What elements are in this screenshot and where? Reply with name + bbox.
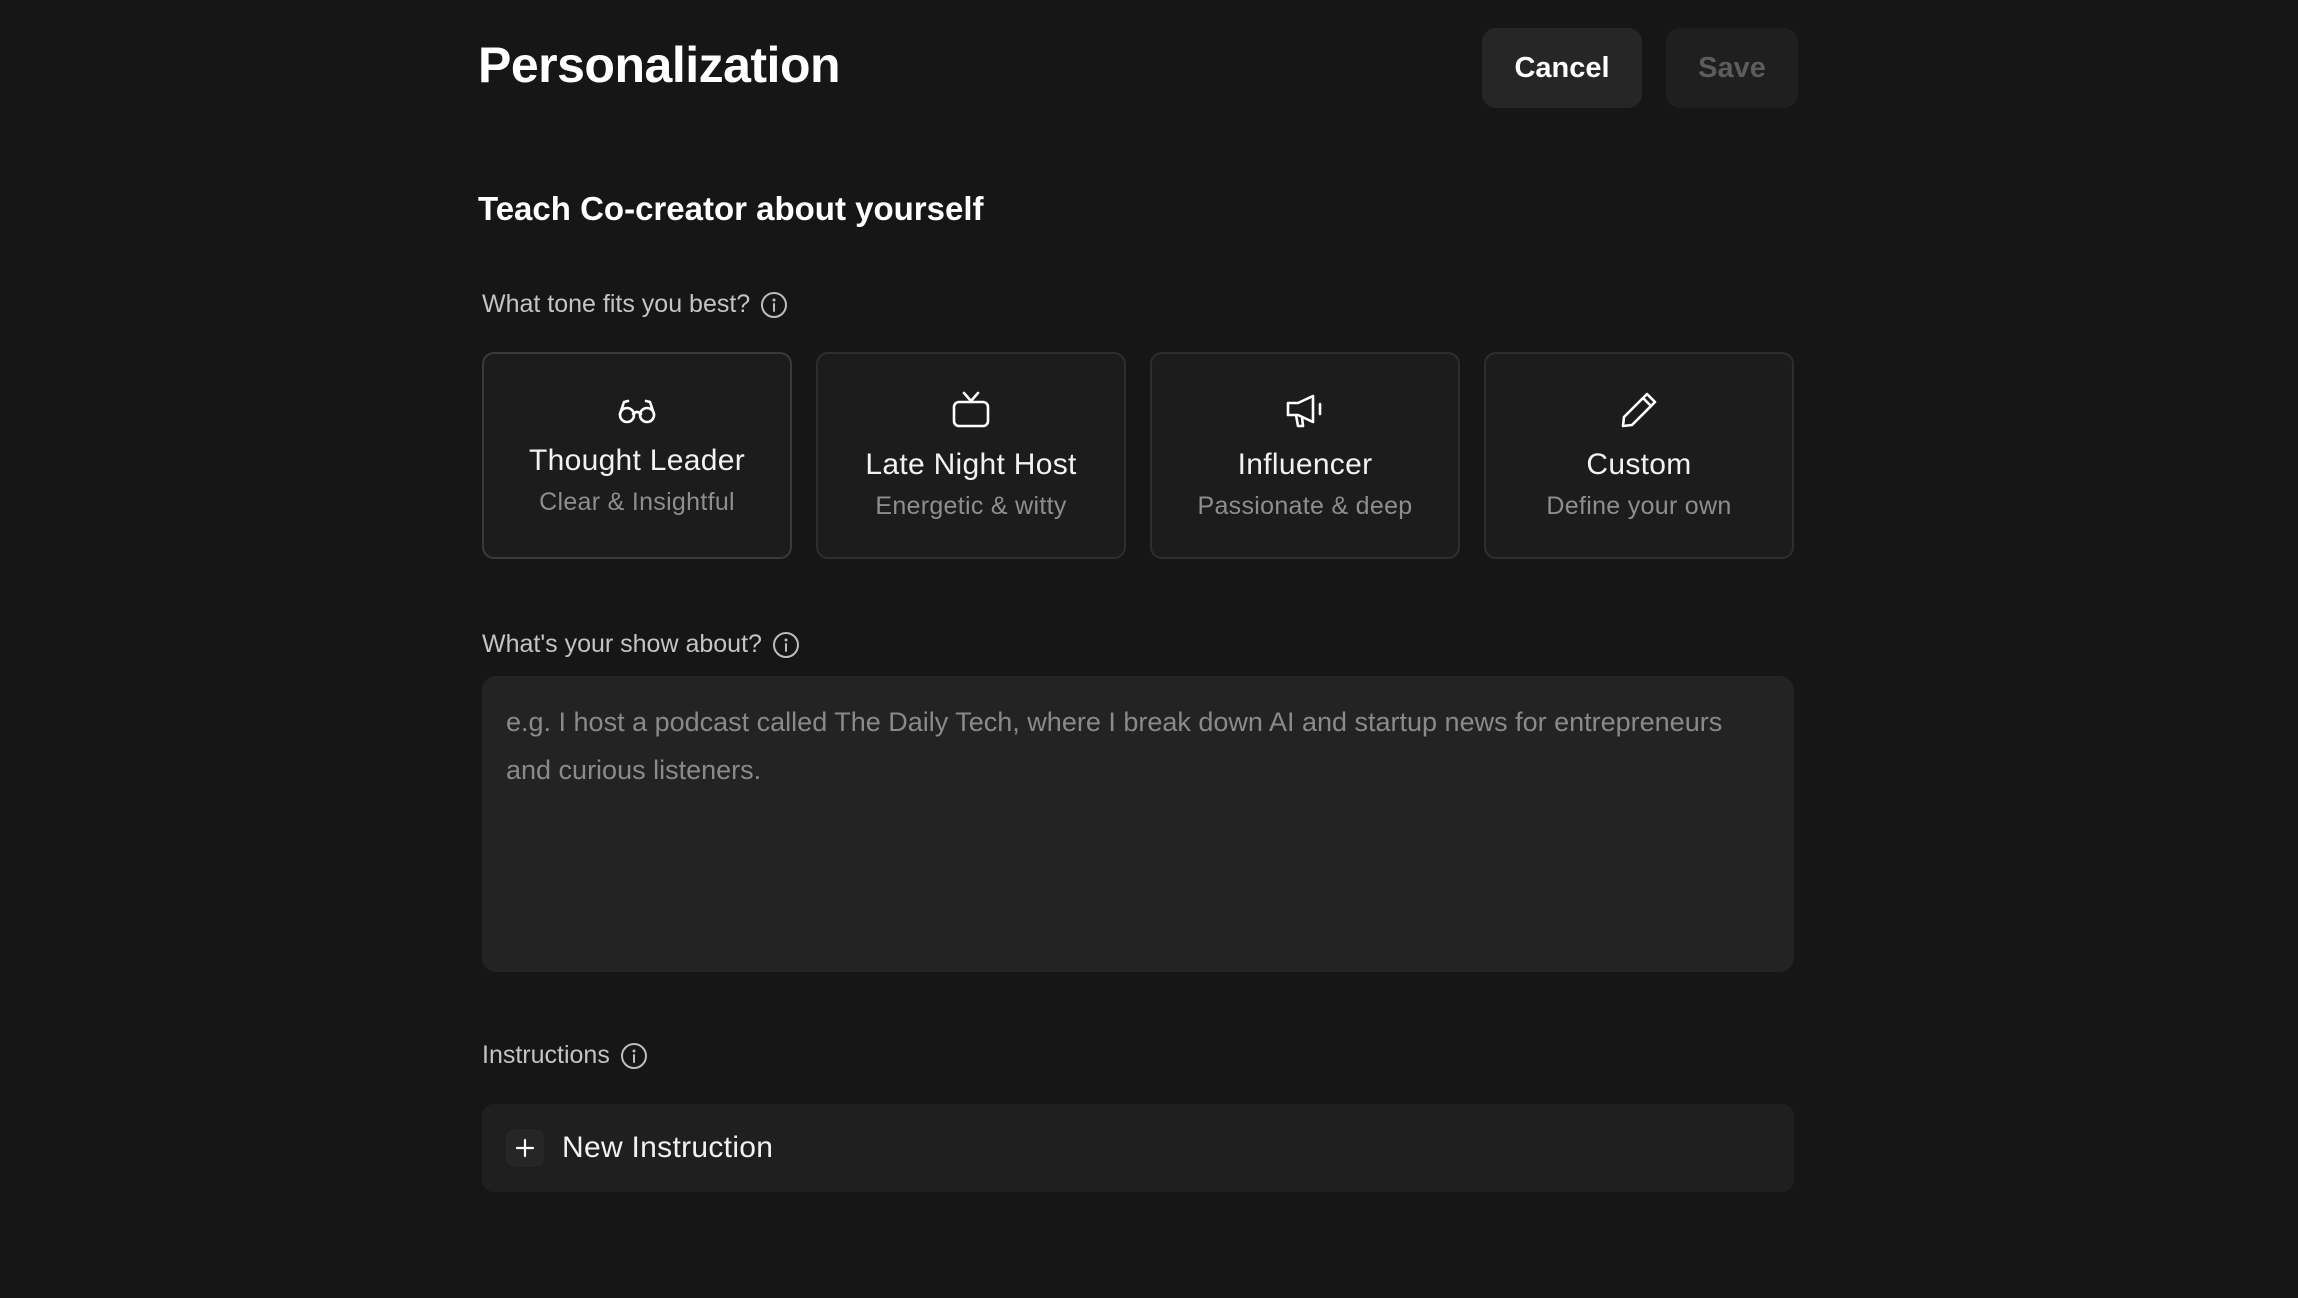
info-icon[interactable] (760, 291, 788, 319)
info-icon[interactable] (772, 631, 800, 659)
tone-option-thought-leader[interactable]: Thought Leader Clear & Insightful (482, 352, 792, 559)
show-label-text: What's your show about? (482, 630, 762, 658)
tone-option-subtitle: Energetic & witty (875, 492, 1067, 520)
instructions-label-text: Instructions (482, 1041, 610, 1069)
tone-options: Thought Leader Clear & Insightful Late N… (482, 352, 1794, 559)
tone-option-title: Influencer (1237, 448, 1373, 481)
tone-label-text: What tone fits you best? (482, 290, 751, 318)
tv-icon (952, 391, 990, 428)
tone-option-title: Thought Leader (528, 444, 746, 477)
instructions-label: Instructions (482, 1041, 648, 1070)
info-icon[interactable] (620, 1042, 648, 1070)
show-description-input[interactable] (482, 676, 1794, 972)
pencil-icon (1621, 392, 1657, 428)
tone-label: What tone fits you best? (482, 290, 788, 319)
tone-option-late-night-host[interactable]: Late Night Host Energetic & witty (816, 352, 1126, 559)
tone-option-subtitle: Passionate & deep (1197, 492, 1413, 520)
glasses-icon (618, 399, 656, 424)
tone-option-subtitle: Define your own (1546, 492, 1732, 520)
new-instruction-label: New Instruction (562, 1131, 774, 1164)
tone-option-custom[interactable]: Custom Define your own (1484, 352, 1794, 559)
new-instruction-button[interactable]: New Instruction (482, 1104, 1794, 1192)
megaphone-icon (1286, 394, 1322, 428)
plus-icon (506, 1129, 544, 1167)
save-button[interactable]: Save (1666, 28, 1798, 108)
tone-option-title: Late Night Host (865, 448, 1077, 481)
show-label: What's your show about? (482, 630, 800, 659)
page-title: Personalization (478, 37, 841, 93)
tone-option-influencer[interactable]: Influencer Passionate & deep (1150, 352, 1460, 559)
tone-option-subtitle: Clear & Insightful (539, 488, 735, 516)
section-title: Teach Co-creator about yourself (478, 190, 984, 227)
personalization-page: Personalization Cancel Save Teach Co-cre… (0, 0, 2298, 1298)
tone-option-title: Custom (1586, 448, 1692, 481)
cancel-button[interactable]: Cancel (1482, 28, 1642, 108)
